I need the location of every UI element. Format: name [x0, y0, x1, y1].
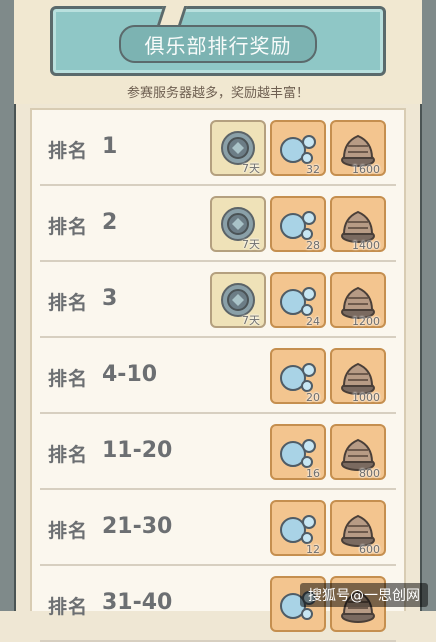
rank-label: 排名 [48, 140, 89, 162]
reward-count: 20 [306, 391, 320, 404]
rank-label: 排名 [48, 368, 89, 390]
rank-value: 3 [102, 286, 118, 311]
rank-label: 排名 [48, 520, 89, 542]
reward-count: 28 [306, 239, 320, 252]
cake-reward[interactable]: 1000 [330, 348, 386, 404]
reward-count: 1000 [352, 391, 380, 404]
cake-reward[interactable]: 1200 [330, 272, 386, 328]
reward-count: 7天 [242, 238, 260, 251]
reward-count: 1200 [352, 315, 380, 328]
reward-count: 24 [306, 315, 320, 328]
watermark: 搜狐号@一思创网 [300, 583, 428, 607]
cake-reward[interactable]: 600 [330, 500, 386, 556]
rank-label: 排名 [48, 596, 89, 618]
cake-reward[interactable]: 800 [330, 424, 386, 480]
bubbles-reward[interactable]: 12 [270, 500, 326, 556]
rank-value: 11-20 [102, 438, 173, 463]
rank-label: 排名 [48, 444, 89, 466]
rank-label: 排名 [48, 292, 89, 314]
subtitle: 参赛服务器越多，奖励越丰富！ [126, 86, 309, 101]
rank-label: 排名 [48, 216, 89, 238]
reward-count: 7天 [242, 314, 260, 327]
badge-reward[interactable]: 7天 [210, 120, 266, 176]
bubbles-reward[interactable]: 16 [270, 424, 326, 480]
reward-count: 32 [306, 163, 320, 176]
rank-value: 31-40 [102, 590, 173, 615]
header-area: 俱乐部排行奖励 参赛服务器越多，奖励越丰富！ [14, 0, 422, 104]
reward-count: 7天 [242, 162, 260, 175]
banner-notch [156, 6, 188, 26]
reward-count: 600 [359, 543, 380, 556]
right-frame [420, 0, 436, 611]
rank-value: 4-10 [102, 362, 158, 387]
title-banner: 俱乐部排行奖励 [50, 6, 386, 76]
cake-reward[interactable]: 1600 [330, 120, 386, 176]
reward-count: 1600 [352, 163, 380, 176]
bubbles-reward[interactable]: 20 [270, 348, 326, 404]
table-row: 排名 4-10 20 1000 [32, 338, 404, 414]
banner-title: 俱乐部排行奖励 [119, 25, 317, 63]
reward-count: 16 [306, 467, 320, 480]
badge-reward[interactable]: 7天 [210, 196, 266, 252]
reward-count: 12 [306, 543, 320, 556]
table-row: 排名 21-30 12 600 [32, 490, 404, 566]
cake-reward[interactable]: 1400 [330, 196, 386, 252]
rank-value: 1 [102, 134, 118, 159]
bubbles-reward[interactable]: 28 [270, 196, 326, 252]
rank-value: 2 [102, 210, 118, 235]
table-row: 排名 3 7天 24 1200 [32, 262, 404, 338]
bubbles-reward[interactable]: 32 [270, 120, 326, 176]
reward-count: 800 [359, 467, 380, 480]
table-row: 排名 1 7天 32 1600 [32, 110, 404, 186]
bubbles-reward[interactable]: 24 [270, 272, 326, 328]
reward-count: 1400 [352, 239, 380, 252]
table-row: 排名 2 7天 28 1400 [32, 186, 404, 262]
badge-reward[interactable]: 7天 [210, 272, 266, 328]
rank-value: 21-30 [102, 514, 173, 539]
table-row: 排名 11-20 16 800 [32, 414, 404, 490]
reward-list: 排名 1 7天 32 1600 排名 2 7天 28 1400 排名 3 7天 24 1200 排名 4-10 2… [30, 108, 406, 642]
